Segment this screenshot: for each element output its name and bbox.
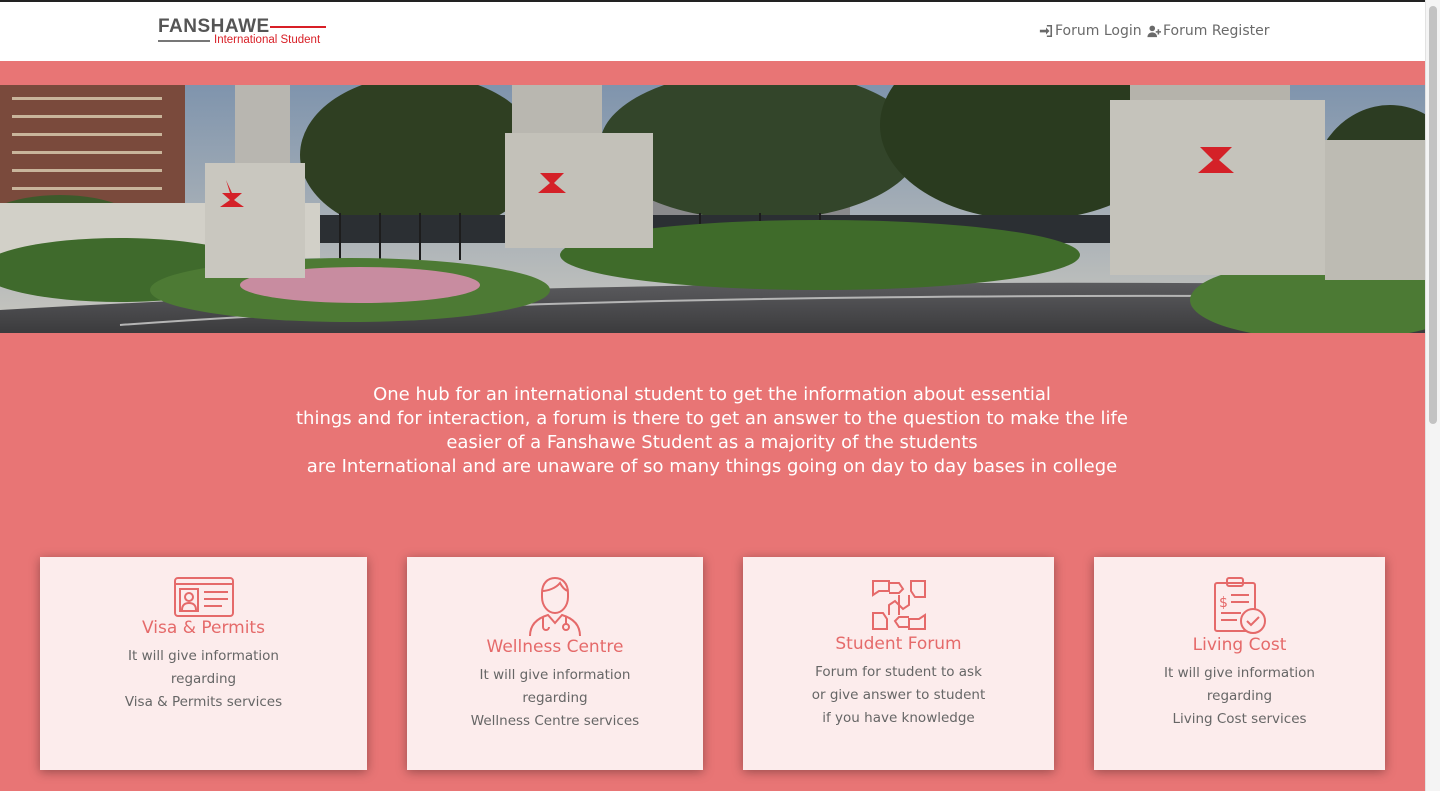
forum-login-link[interactable]: Forum Login — [1039, 23, 1142, 39]
card-desc-line: It will give information — [479, 667, 631, 683]
sign-in-icon — [1039, 24, 1053, 38]
hero-banner-image — [0, 85, 1425, 333]
card-desc-line: It will give information — [1164, 665, 1315, 681]
forum-register-label: Forum Register — [1163, 23, 1270, 39]
card-title: Student Forum — [835, 634, 962, 654]
card-description: Forum for student to ask or give answer … — [743, 661, 1054, 730]
intro-line: are International and are unaware of so … — [306, 456, 1118, 477]
card-student-forum[interactable]: Student Forum Forum for student to ask o… — [743, 557, 1054, 770]
id-card-icon — [173, 577, 234, 617]
intro-line: things and for interaction, a forum is t… — [296, 408, 1128, 429]
card-desc-line: Forum for student to ask — [815, 664, 982, 680]
card-description: It will give information regarding Visa … — [40, 645, 367, 714]
hands-teamwork-icon — [871, 580, 926, 630]
svg-text:$: $ — [1219, 595, 1228, 611]
clipboard-money-icon: $ — [1213, 577, 1266, 634]
user-plus-icon — [1147, 25, 1161, 38]
card-desc-line: Living Cost services — [1172, 711, 1307, 727]
logo-red-line — [270, 26, 326, 28]
card-description: It will give information regarding Livin… — [1094, 662, 1385, 731]
logo-gray-line — [158, 40, 210, 42]
logo-sub-text: International Student — [214, 34, 321, 46]
card-title: Wellness Centre — [486, 637, 624, 657]
forum-login-label: Forum Login — [1055, 23, 1142, 39]
scrollbar-thumb[interactable] — [1429, 6, 1437, 424]
doctor-icon — [529, 577, 581, 637]
card-desc-line: Wellness Centre services — [470, 713, 640, 729]
card-living-cost[interactable]: $ Living Cost It will give information r… — [1094, 557, 1385, 770]
navbar: FANSHAWE International Student Forum Log… — [0, 2, 1425, 61]
vertical-scrollbar[interactable] — [1425, 0, 1440, 791]
fanshawe-logo[interactable]: FANSHAWE International Student — [158, 16, 328, 50]
campus-entrance-illustration — [0, 85, 1425, 333]
intro-line: One hub for an international student to … — [373, 384, 1051, 405]
card-desc-line: regarding — [1206, 688, 1273, 704]
card-desc-line: Visa & Permits services — [124, 694, 283, 710]
card-desc-line: It will give information — [128, 648, 279, 664]
card-desc-line: regarding — [170, 671, 237, 687]
card-desc-line: regarding — [522, 690, 588, 706]
card-desc-line: or give answer to student — [811, 687, 986, 703]
card-description: It will give information regarding Welln… — [407, 664, 703, 733]
intro-text: One hub for an international student to … — [212, 383, 1212, 479]
card-title: Living Cost — [1192, 635, 1287, 655]
card-wellness-centre[interactable]: Wellness Centre It will give information… — [407, 557, 703, 770]
card-visa-permits[interactable]: Visa & Permits It will give information … — [40, 557, 367, 770]
card-desc-line: if you have knowledge — [822, 710, 975, 726]
forum-register-link[interactable]: Forum Register — [1147, 23, 1269, 39]
card-title: Visa & Permits — [142, 618, 265, 638]
intro-line: easier of a Fanshawe Student as a majori… — [446, 432, 978, 453]
